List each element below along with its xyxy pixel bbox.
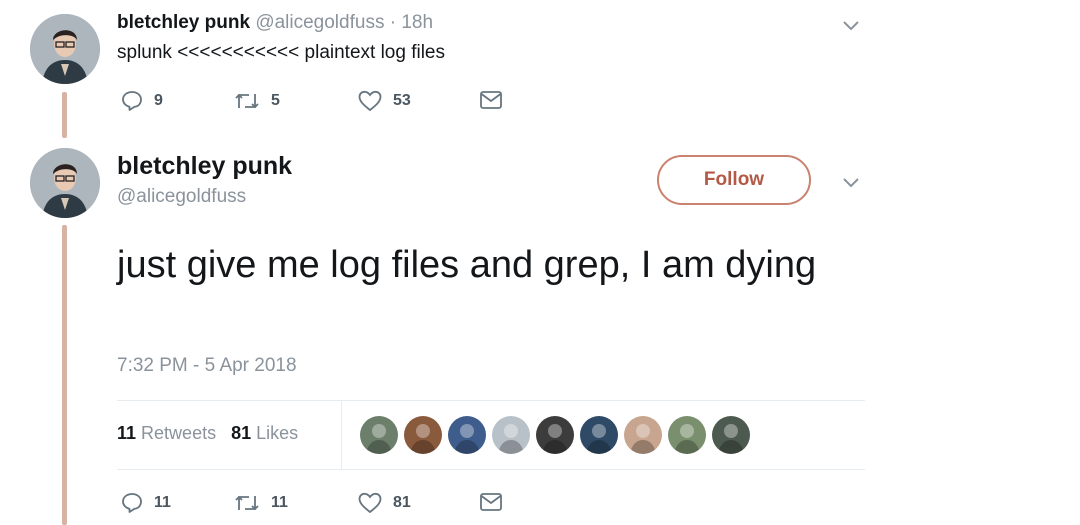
direct-message-button[interactable] — [478, 89, 504, 111]
divider — [117, 469, 865, 470]
like-button[interactable]: 53 — [357, 89, 411, 113]
chevron-down-icon[interactable] — [840, 14, 862, 36]
liker-avatars — [360, 416, 756, 454]
reply-count: 11 — [154, 494, 171, 511]
likes-count: 81 — [231, 423, 252, 443]
reply-button[interactable]: 9 — [120, 89, 163, 113]
tweet-timestamp[interactable]: 7:32 PM - 5 Apr 2018 — [117, 355, 297, 377]
retweet-count: 5 — [271, 92, 280, 109]
separator: · — [389, 12, 397, 33]
chevron-down-icon[interactable] — [840, 171, 862, 193]
liker-avatar[interactable] — [712, 416, 750, 454]
direct-message-icon — [480, 493, 502, 511]
tweet-header: bletchley punk @alicegoldfuss · 18h — [117, 12, 433, 34]
reply-button[interactable]: 11 — [120, 491, 171, 515]
author-handle[interactable]: @alicegoldfuss — [255, 12, 384, 33]
reply-count: 9 — [154, 92, 163, 109]
retweets-stat[interactable]: 11 Retweets — [117, 423, 216, 443]
reply-icon — [122, 493, 142, 513]
author-name[interactable]: bletchley punk — [117, 152, 292, 181]
tweet-stats: 11 Retweets 81 Likes — [117, 423, 298, 444]
avatar[interactable] — [30, 148, 100, 218]
liker-avatar[interactable] — [624, 416, 662, 454]
retweet-button[interactable]: 5 — [233, 89, 280, 113]
thread-line — [62, 225, 67, 525]
liker-avatar[interactable] — [404, 416, 442, 454]
direct-message-icon — [480, 91, 502, 109]
liker-avatar[interactable] — [536, 416, 574, 454]
like-button[interactable]: 81 — [357, 491, 411, 515]
like-count: 53 — [393, 92, 411, 109]
author-name[interactable]: bletchley punk — [117, 12, 250, 33]
liker-avatar[interactable] — [668, 416, 706, 454]
author-handle[interactable]: @alicegoldfuss — [117, 186, 246, 208]
like-count: 81 — [393, 494, 411, 511]
liker-avatar[interactable] — [580, 416, 618, 454]
retweet-icon — [235, 93, 259, 109]
tweet-actions: 9 5 53 — [120, 89, 520, 113]
tweet-text: just give me log files and grep, I am dy… — [117, 244, 817, 286]
direct-message-button[interactable] — [478, 491, 504, 513]
tweet-time[interactable]: 18h — [401, 12, 433, 33]
tweet-actions: 11 11 81 — [120, 491, 520, 515]
liker-avatar[interactable] — [448, 416, 486, 454]
like-icon — [358, 90, 382, 112]
divider — [341, 401, 342, 469]
avatar[interactable] — [30, 14, 100, 84]
like-icon — [358, 492, 382, 514]
retweet-icon — [235, 495, 259, 511]
liker-avatar[interactable] — [492, 416, 530, 454]
likes-label: Likes — [256, 423, 299, 443]
retweet-count: 11 — [271, 494, 288, 511]
likes-stat[interactable]: 81 Likes — [231, 423, 298, 443]
retweet-button[interactable]: 11 — [233, 491, 288, 515]
divider — [117, 400, 865, 401]
liker-avatar[interactable] — [360, 416, 398, 454]
reply-icon — [122, 91, 142, 111]
retweets-count: 11 — [117, 423, 137, 443]
retweets-label: Retweets — [141, 423, 217, 443]
tweet-text: splunk <<<<<<<<<<< plaintext log files — [117, 42, 446, 63]
thread-line — [62, 92, 67, 138]
follow-button[interactable]: Follow — [657, 155, 811, 205]
